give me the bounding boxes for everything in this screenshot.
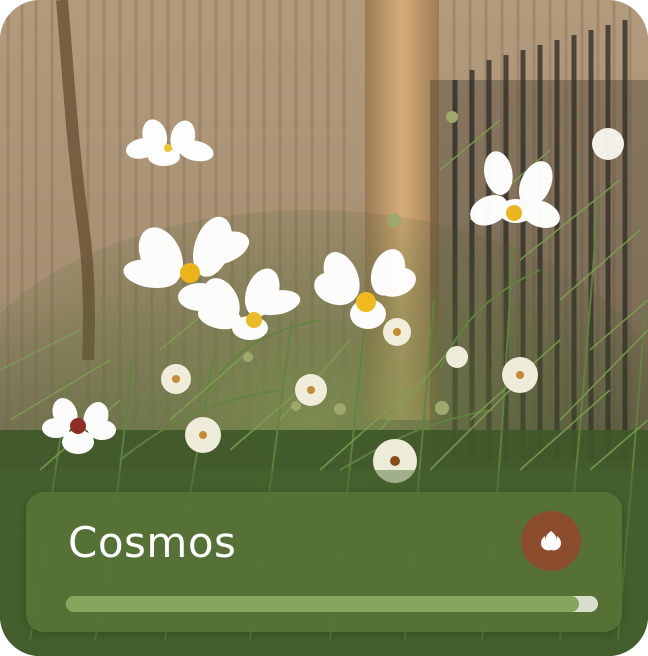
progress-bar [66, 596, 598, 612]
plant-card: Cosmos [0, 0, 648, 656]
plant-info-panel: Cosmos [26, 492, 622, 632]
plant-type-button[interactable] [521, 511, 581, 571]
progress-fill [66, 596, 580, 612]
plant-name: Cosmos [68, 518, 237, 567]
flower-bud-icon [541, 531, 561, 551]
